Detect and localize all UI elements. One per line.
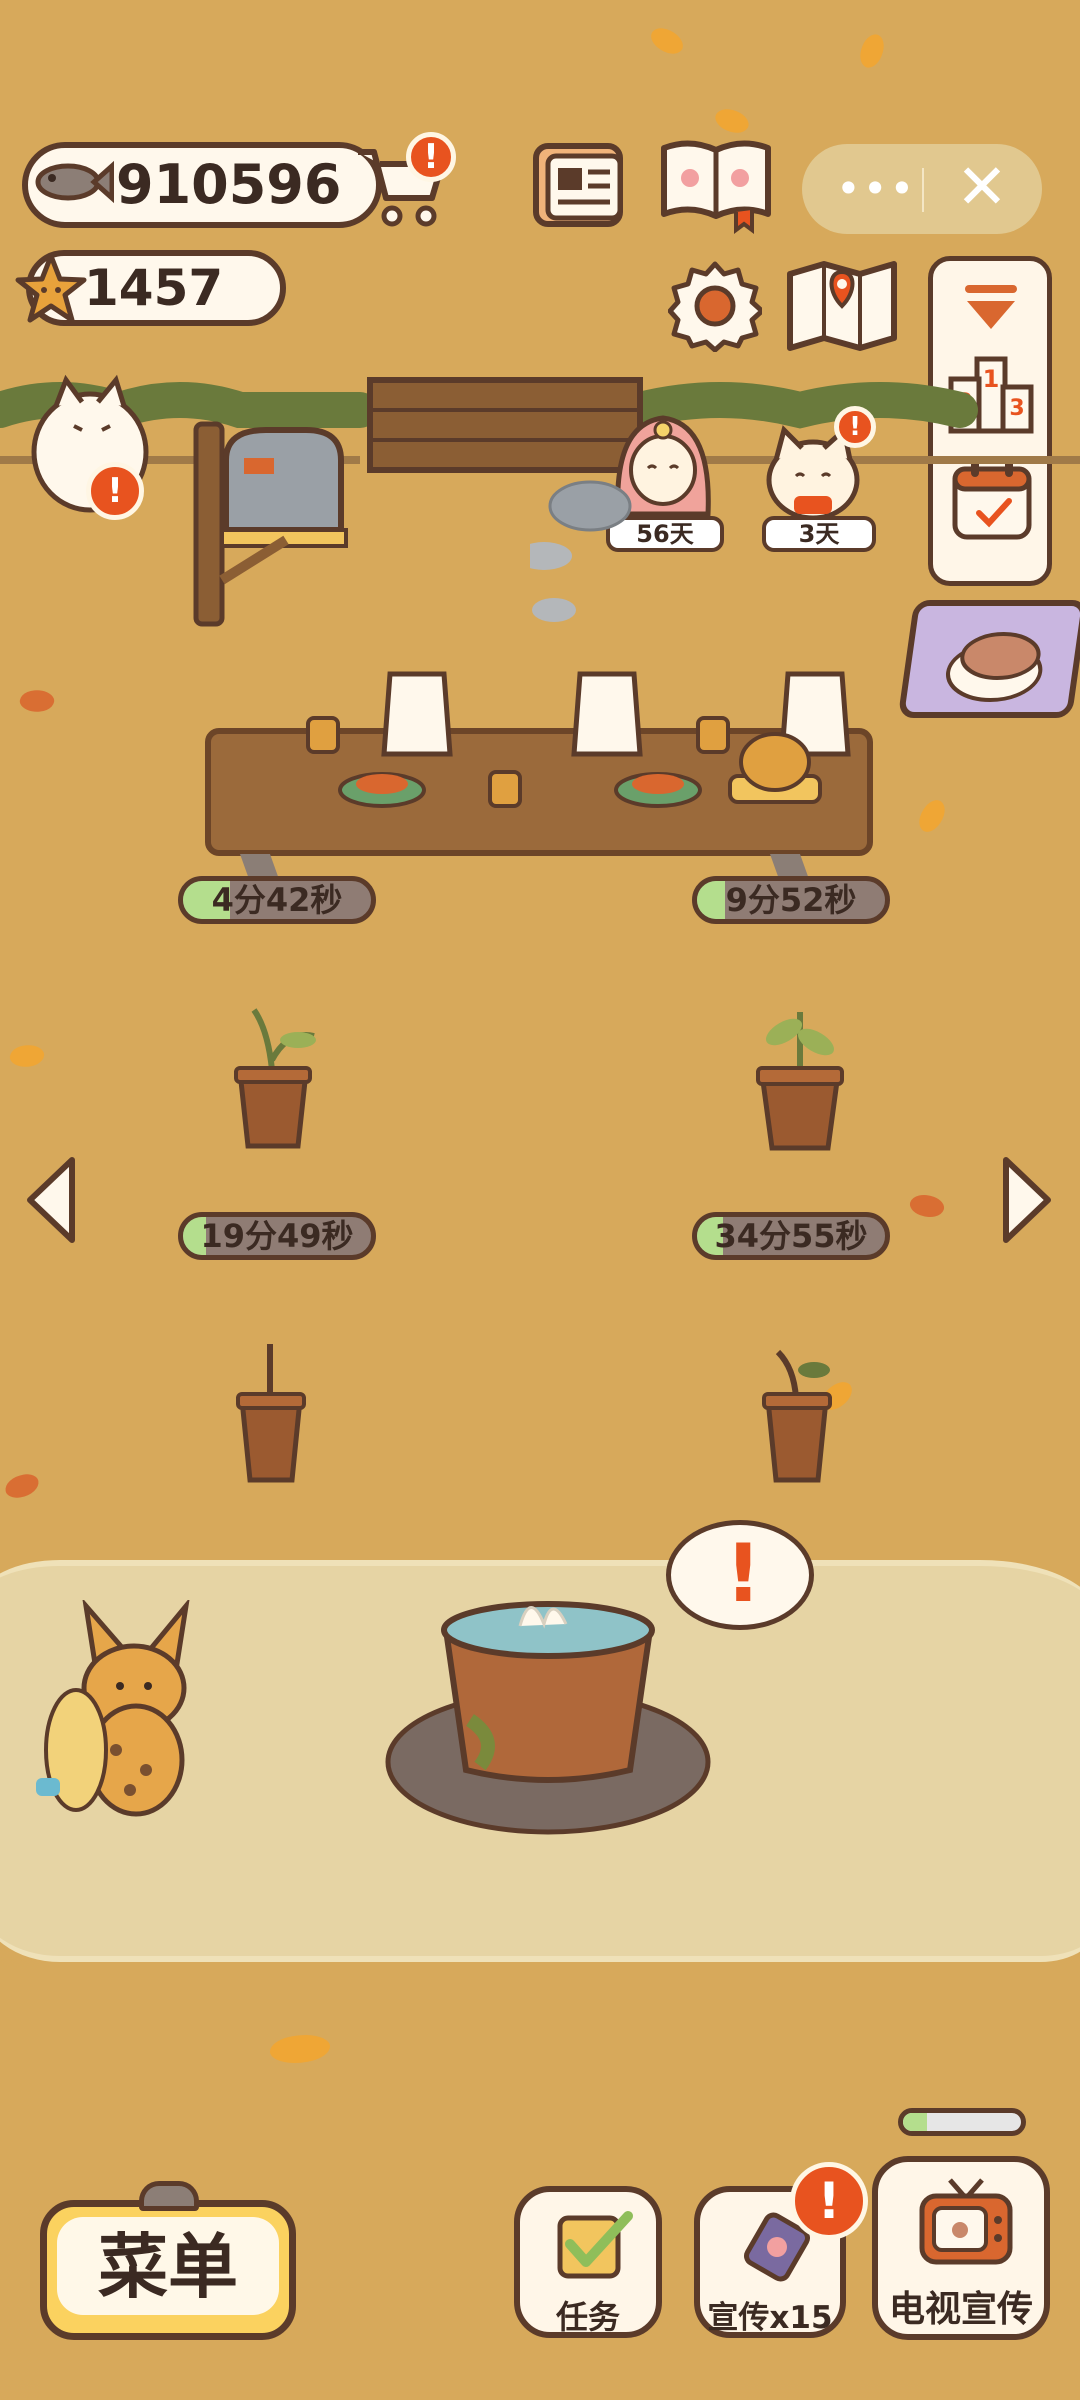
table-timer-right: 9分52秒 [692, 876, 890, 924]
map-button[interactable] [784, 256, 900, 356]
cat-alert-badge[interactable]: ! [86, 462, 144, 520]
sleeping-cat-icon [945, 632, 1043, 702]
tasks-label: 任务 [555, 2298, 620, 2336]
promo-label: 宣传x15 [707, 2300, 833, 2336]
timer-text: 4分42秒 [211, 881, 343, 919]
newspaper-icon [533, 143, 623, 227]
paw-book-button[interactable] [656, 134, 776, 234]
close-icon[interactable]: ✕ [956, 150, 1008, 223]
exclamation-icon: ! [725, 1527, 762, 1620]
star-currency-counter: 1457 [15, 250, 286, 326]
timer-text: 34分55秒 [714, 1217, 868, 1255]
fish-icon [35, 160, 114, 204]
capsule-divider [922, 168, 924, 212]
tv-promo-button[interactable]: 电视宣传 [872, 2156, 1050, 2340]
miniprogram-capsule: ••• ✕ [802, 144, 1042, 234]
alert-speech-bubble[interactable]: ! [666, 1520, 814, 1630]
visitor-alert-badge: ! [834, 406, 876, 448]
plant-timer-right: 34分55秒 [692, 1212, 890, 1260]
serval-character[interactable] [36, 1600, 216, 1820]
tv-icon [919, 2178, 1013, 2265]
settings-button[interactable] [668, 258, 762, 352]
fish-currency-counter: 910596 [22, 142, 382, 228]
arrow-right-icon[interactable] [998, 1152, 1058, 1248]
tv-promo-label: 电视宣传 [888, 2289, 1033, 2330]
star-icon [15, 253, 87, 323]
timer-text: 19分49秒 [200, 1217, 354, 1255]
more-options-icon[interactable]: ••• [836, 164, 916, 213]
potted-sprout[interactable] [226, 1338, 316, 1484]
paw-book-icon [661, 140, 771, 234]
clipboard-clip [139, 2181, 199, 2211]
menu-button[interactable]: 菜单 [40, 2181, 296, 2340]
timer-text: 9分52秒 [725, 881, 857, 919]
mailbox[interactable] [186, 420, 356, 630]
plant-timer-left: 19分49秒 [178, 1212, 376, 1260]
cat-bed-sign[interactable] [897, 600, 1080, 718]
visitor-days-label: 3天 [762, 516, 876, 552]
tv-promo-progress-fill [903, 2113, 927, 2131]
checkbox-icon [557, 2211, 633, 2279]
potted-plant[interactable] [218, 1000, 328, 1150]
table-timer-left: 4分42秒 [178, 876, 376, 924]
promo-alert-badge: ! [790, 2162, 868, 2240]
table-items [240, 671, 851, 882]
potted-plant[interactable] [744, 992, 854, 1152]
chevron-down-icon[interactable] [963, 283, 1019, 331]
fish-count: 910596 [116, 153, 342, 216]
arrow-left-icon[interactable] [20, 1152, 80, 1248]
timer-progress-fill [697, 881, 726, 919]
shop-alert-badge: ! [406, 132, 456, 182]
tasks-button[interactable]: 任务 [514, 2186, 662, 2338]
menu-label: 菜单 [57, 2217, 279, 2315]
star-count: 1457 [84, 259, 224, 317]
stepping-stones [530, 480, 632, 622]
shop-button[interactable]: ! [350, 132, 456, 230]
newspaper-button[interactable] [530, 140, 626, 230]
tv-promo-progress [898, 2108, 1026, 2136]
promo-button[interactable]: 宣传x15 ! [694, 2162, 868, 2338]
hot-spring-pot[interactable] [380, 1590, 720, 1840]
potted-sprout[interactable] [748, 1338, 848, 1484]
map-icon [787, 261, 897, 351]
gear-icon [668, 261, 762, 352]
